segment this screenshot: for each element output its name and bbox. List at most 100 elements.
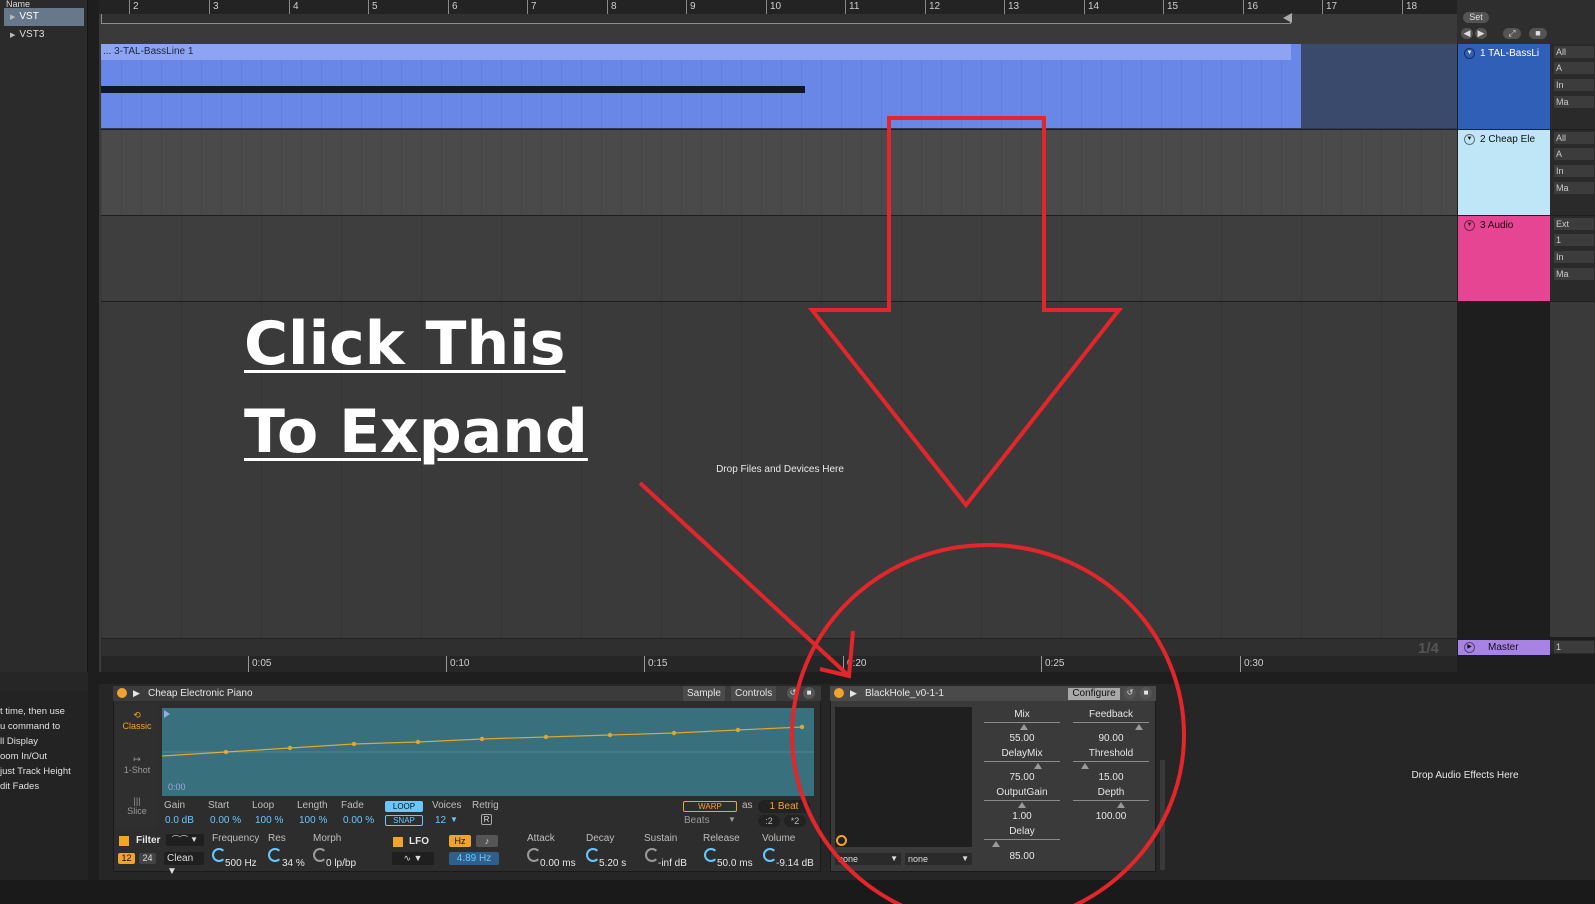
midi-note[interactable]	[101, 86, 805, 93]
outputgain-slider-handle[interactable]	[1018, 802, 1026, 808]
delay-slider-track[interactable]	[984, 839, 1060, 840]
slope-12-button[interactable]: 12	[118, 853, 135, 864]
track-name[interactable]: 1 TAL-BassLi	[1480, 48, 1539, 59]
retrig-toggle[interactable]: R	[481, 814, 492, 825]
input-channel-select[interactable]: A	[1554, 62, 1594, 74]
track-name[interactable]: 2 Cheap Ele	[1480, 134, 1535, 145]
hotswap-icon[interactable]: ↺	[1124, 687, 1136, 699]
mix-slider-handle[interactable]	[1020, 724, 1028, 730]
sample-waveform[interactable]: 0:00	[162, 708, 814, 796]
xy-pad-handle[interactable]	[836, 835, 847, 846]
release-knob[interactable]	[704, 848, 718, 862]
track-lane-2[interactable]	[101, 130, 1457, 216]
lfo-hz-button[interactable]: Hz	[449, 835, 471, 847]
track-header-3[interactable]: ▼ 3 Audio	[1458, 216, 1550, 302]
device-on-icon[interactable]	[117, 688, 127, 698]
fold-icon[interactable]: ▼	[1464, 220, 1475, 231]
chevron-down-icon[interactable]: ▼	[728, 815, 736, 824]
loop-value[interactable]: 100 %	[255, 815, 283, 826]
save-preset-icon[interactable]: ■	[803, 687, 815, 699]
snap-toggle[interactable]: SNAP	[385, 815, 423, 826]
expand-plugin-icon[interactable]: ▶	[850, 686, 857, 701]
browser-item-vst3[interactable]: ▶ VST3	[0, 26, 87, 44]
device-scroll-handle[interactable]	[1160, 760, 1165, 870]
mode-one-shot[interactable]: ↦ 1-Shot	[116, 754, 158, 775]
outputgain-slider-track[interactable]	[984, 800, 1060, 801]
track-name[interactable]: 3 Audio	[1480, 220, 1513, 231]
lfo-sync-button[interactable]: ♪	[476, 835, 498, 847]
attack-knob[interactable]	[527, 848, 541, 862]
output-select[interactable]: Ma	[1554, 182, 1594, 194]
simpler-title-bar[interactable]: ▶ Cheap Electronic Piano Sample Controls…	[113, 686, 821, 701]
play-icon[interactable]: ▶	[133, 686, 140, 701]
fold-icon[interactable]: ▼	[1464, 134, 1475, 145]
gain-value[interactable]: 0.0 dB	[165, 815, 194, 826]
filter-type-select[interactable]: ⌒⌒ ▼	[166, 834, 204, 846]
decay-knob[interactable]	[586, 848, 600, 862]
track-lane-1[interactable]: ... 3-TAL-BassLine 1	[101, 44, 1457, 130]
halve-tempo-button[interactable]: :2	[758, 815, 780, 827]
delay-slider-handle[interactable]	[992, 841, 1000, 847]
xy-x-param-select[interactable]: none ▼	[835, 853, 901, 865]
voices-select[interactable]: 12	[435, 815, 446, 826]
input-channel-select[interactable]: 1	[1554, 234, 1594, 246]
resonance-knob[interactable]	[268, 848, 282, 862]
delaymix-slider-track[interactable]	[984, 761, 1060, 762]
volume-knob[interactable]	[763, 848, 777, 862]
fold-icon[interactable]: ▶	[1464, 642, 1475, 653]
delaymix-slider-handle[interactable]	[1034, 763, 1042, 769]
input-type-select[interactable]: Ext	[1554, 218, 1594, 230]
master-output-select[interactable]: 1	[1554, 641, 1594, 653]
start-value[interactable]: 0.00 %	[210, 815, 241, 826]
mode-slice[interactable]: ||| Slice	[116, 796, 158, 816]
output-select[interactable]: Ma	[1554, 268, 1594, 280]
prev-locator-icon[interactable]: ◀	[1461, 28, 1473, 39]
browser-item-vst[interactable]: ▶ VST	[4, 8, 84, 26]
time-ruler[interactable]: 0:05 0:10 0:15 0:20 0:25 0:30	[101, 656, 1457, 672]
sustain-knob[interactable]	[645, 848, 659, 862]
warp-beats-value[interactable]: 1 Beat	[758, 800, 810, 813]
output-select[interactable]: Ma	[1554, 96, 1594, 108]
loop-brace[interactable]	[101, 14, 1291, 24]
fade-value[interactable]: 0.00 %	[343, 815, 374, 826]
set-locator-button[interactable]: Set	[1463, 12, 1489, 23]
mode-classic[interactable]: ⟲ Classic	[116, 710, 158, 731]
track-header-1[interactable]: ▼ 1 TAL-BassLi	[1458, 44, 1550, 130]
monitor-in-button[interactable]: In	[1554, 165, 1594, 177]
lfo-rate-value[interactable]: 4.89 Hz	[449, 852, 499, 865]
length-value[interactable]: 100 %	[299, 815, 327, 826]
slope-24-button[interactable]: 24	[139, 853, 156, 864]
depth-slider-track[interactable]	[1073, 800, 1149, 801]
lock-icon[interactable]: ■	[1529, 28, 1547, 39]
fold-icon[interactable]: ▼	[1464, 48, 1475, 59]
feedback-slider-track[interactable]	[1073, 722, 1149, 723]
device-on-icon[interactable]	[834, 688, 844, 698]
monitor-in-button[interactable]: In	[1554, 251, 1594, 263]
track-name[interactable]: Master	[1488, 642, 1519, 653]
mix-slider-track[interactable]	[984, 722, 1060, 723]
threshold-slider-handle[interactable]	[1081, 763, 1089, 769]
lfo-wave-select[interactable]: ∿ ▼	[392, 852, 434, 865]
xy-pad[interactable]	[835, 707, 972, 847]
configure-button[interactable]: Configure	[1068, 688, 1120, 700]
xy-y-param-select[interactable]: none ▼	[905, 853, 972, 865]
warp-toggle[interactable]: WARP	[683, 801, 737, 812]
input-type-select[interactable]: All	[1554, 46, 1594, 58]
threshold-slider-track[interactable]	[1073, 761, 1149, 762]
depth-slider-handle[interactable]	[1117, 802, 1125, 808]
master-track-header[interactable]: ▶ Master	[1458, 640, 1550, 655]
input-channel-select[interactable]: A	[1554, 148, 1594, 160]
tab-controls[interactable]: Controls	[731, 686, 777, 701]
track-lane-3[interactable]	[101, 216, 1457, 302]
save-preset-icon[interactable]: ■	[1140, 687, 1152, 699]
expand-triangle-icon[interactable]: ▶	[10, 32, 15, 39]
loop-end-marker[interactable]	[1283, 13, 1292, 23]
input-type-select[interactable]: All	[1554, 132, 1594, 144]
hotswap-icon[interactable]: ↺	[787, 687, 799, 699]
frequency-knob[interactable]	[212, 848, 226, 862]
filter-on-toggle[interactable]	[119, 836, 129, 846]
beat-ruler[interactable]: 2 3 4 5 6 7 8 9 10 11 12 13 14 15 16 17 …	[99, 0, 1457, 14]
loop-toggle[interactable]: LOOP	[385, 801, 423, 812]
feedback-slider-handle[interactable]	[1135, 724, 1143, 730]
monitor-in-button[interactable]: In	[1554, 79, 1594, 91]
